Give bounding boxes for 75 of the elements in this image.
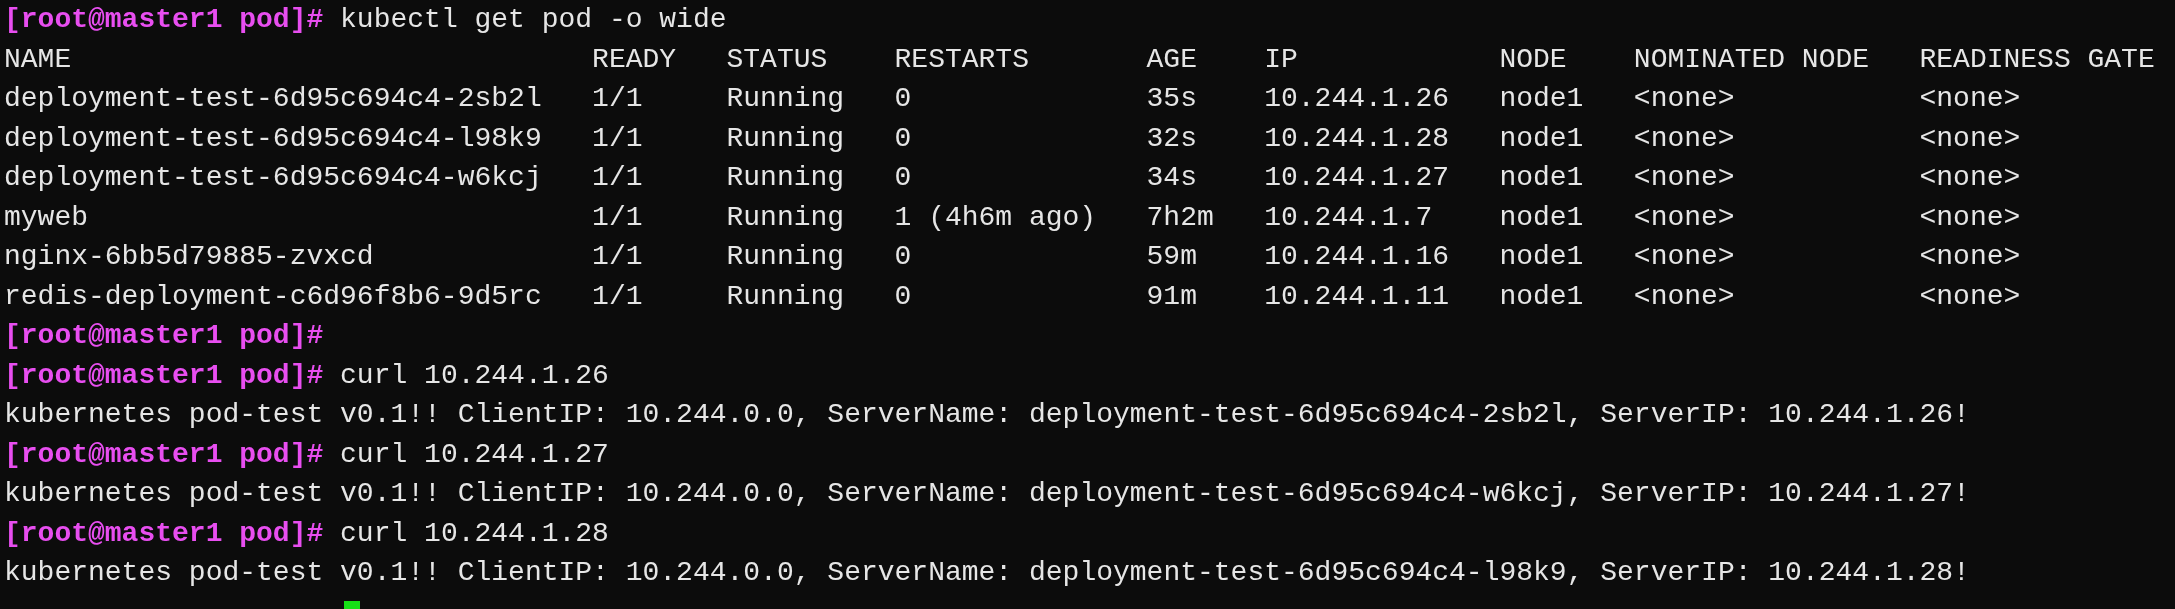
table-cell: <none> — [1919, 162, 2021, 193]
table-cell: 91m — [1146, 280, 1197, 312]
column-header: NOMINATED NODE — [1633, 43, 1870, 75]
command-text: curl 10.244.1.26 — [340, 358, 609, 393]
table-cell: node1 — [1499, 162, 1584, 193]
column-header: AGE — [1146, 43, 1197, 75]
table-cell: 10.244.1.28 — [1264, 122, 1449, 154]
table-cell: 59m — [1146, 241, 1197, 272]
shell-prompt: [root@master1 pod]# — [4, 358, 324, 393]
table-cell: <none> — [1919, 280, 2021, 312]
table-cell: deployment-test-6d95c694c4-2sb2l — [4, 83, 542, 114]
column-header: READINESS GATE — [1919, 43, 2155, 75]
table-cell: 1/1 — [592, 280, 643, 312]
table-cell: node1 — [1499, 122, 1584, 154]
table-cell: myweb — [4, 201, 88, 233]
table-cell: <none> — [1633, 122, 1735, 154]
table-cell: redis-deployment-c6d96f8b6-9d5rc — [4, 280, 542, 312]
table-cell: Running — [726, 241, 845, 272]
table-cell: Running — [726, 280, 845, 312]
table-cell: 0 — [894, 241, 912, 272]
table-cell: 1/1 — [592, 241, 643, 272]
table-cell: 10.244.1.16 — [1264, 241, 1449, 272]
table-cell: <none> — [1633, 241, 1735, 272]
table-cell: 1/1 — [592, 201, 643, 233]
table-cell: 32s — [1146, 122, 1197, 154]
table-cell: Running — [726, 83, 845, 114]
table-cell: 10.244.1.26 — [1264, 83, 1449, 114]
column-header: STATUS — [726, 43, 828, 75]
table-cell: 1/1 — [592, 162, 643, 193]
column-header: NAME — [4, 43, 72, 75]
table-cell: 1/1 — [592, 83, 643, 114]
table-cell: <none> — [1633, 280, 1735, 312]
table-cell: nginx-6bb5d79885-zvxcd — [4, 241, 374, 272]
table-cell: Running — [726, 201, 845, 233]
table-cell: 0 — [894, 122, 912, 154]
table-cell: 0 — [894, 162, 912, 193]
column-header: NODE — [1499, 43, 1567, 75]
table-cell: <none> — [1919, 83, 2021, 114]
table-cell: 0 — [894, 83, 912, 114]
table-cell: <none> — [1919, 241, 2021, 272]
table-cell: <none> — [1919, 201, 2021, 233]
command-text: kubectl get pod -o wide — [340, 3, 727, 37]
table-cell: deployment-test-6d95c694c4-w6kcj — [4, 162, 542, 193]
table-cell: 10.244.1.27 — [1264, 162, 1449, 193]
table-cell: 10.244.1.7 — [1264, 201, 1433, 233]
table-cell: Running — [726, 122, 845, 154]
column-header: IP — [1264, 43, 1298, 75]
output-text: kubernetes pod-test v0.1!! ClientIP: 10.244.0.0, ServerName: deployment-test-6d95c694c4-w6kcj, ServerIP: 10.244.1.27! — [4, 477, 1970, 511]
table-cell: <none> — [1633, 201, 1735, 233]
output-text: kubernetes pod-test v0.1!! ClientIP: 10.244.0.0, ServerName: deployment-test-6d95c694c4-2sb2l, ServerIP: 10.244.1.26! — [4, 398, 1970, 432]
shell-prompt: [root@master1 pod]# — [4, 319, 324, 353]
table-cell: <none> — [1633, 83, 1735, 114]
output-text: kubernetes pod-test v0.1!! ClientIP: 10.244.0.0, ServerName: deployment-test-6d95c694c4-l98k9, ServerIP: 10.244.1.28! — [4, 556, 1970, 590]
shell-prompt: [root@master1 pod]# — [4, 3, 324, 37]
table-cell: 1 (4h6m ago) — [894, 201, 1097, 233]
shell-prompt: [root@master1 pod]# — [4, 516, 324, 551]
table-cell: node1 — [1499, 83, 1584, 114]
table-cell: deployment-test-6d95c694c4-l98k9 — [4, 122, 542, 154]
column-header: RESTARTS — [894, 43, 1029, 75]
table-cell: 34s — [1146, 162, 1197, 193]
shell-prompt: [root@master1 pod]# — [4, 437, 324, 472]
command-text: curl 10.244.1.28 — [340, 516, 609, 551]
command-text: curl 10.244.1.27 — [340, 437, 609, 472]
table-cell: <none> — [1633, 162, 1735, 193]
table-cell: 10.244.1.11 — [1264, 280, 1449, 312]
table-cell: Running — [726, 162, 845, 193]
table-cell: 7h2m — [1146, 201, 1214, 233]
table-cell: 35s — [1146, 83, 1197, 114]
table-cell: node1 — [1499, 201, 1584, 233]
column-header: READY — [592, 43, 677, 75]
table-cell: 1/1 — [592, 122, 643, 154]
table-cell: <none> — [1919, 122, 2021, 154]
table-cell: node1 — [1499, 241, 1584, 272]
table-cell: 0 — [894, 280, 912, 312]
table-cell: node1 — [1499, 280, 1584, 312]
